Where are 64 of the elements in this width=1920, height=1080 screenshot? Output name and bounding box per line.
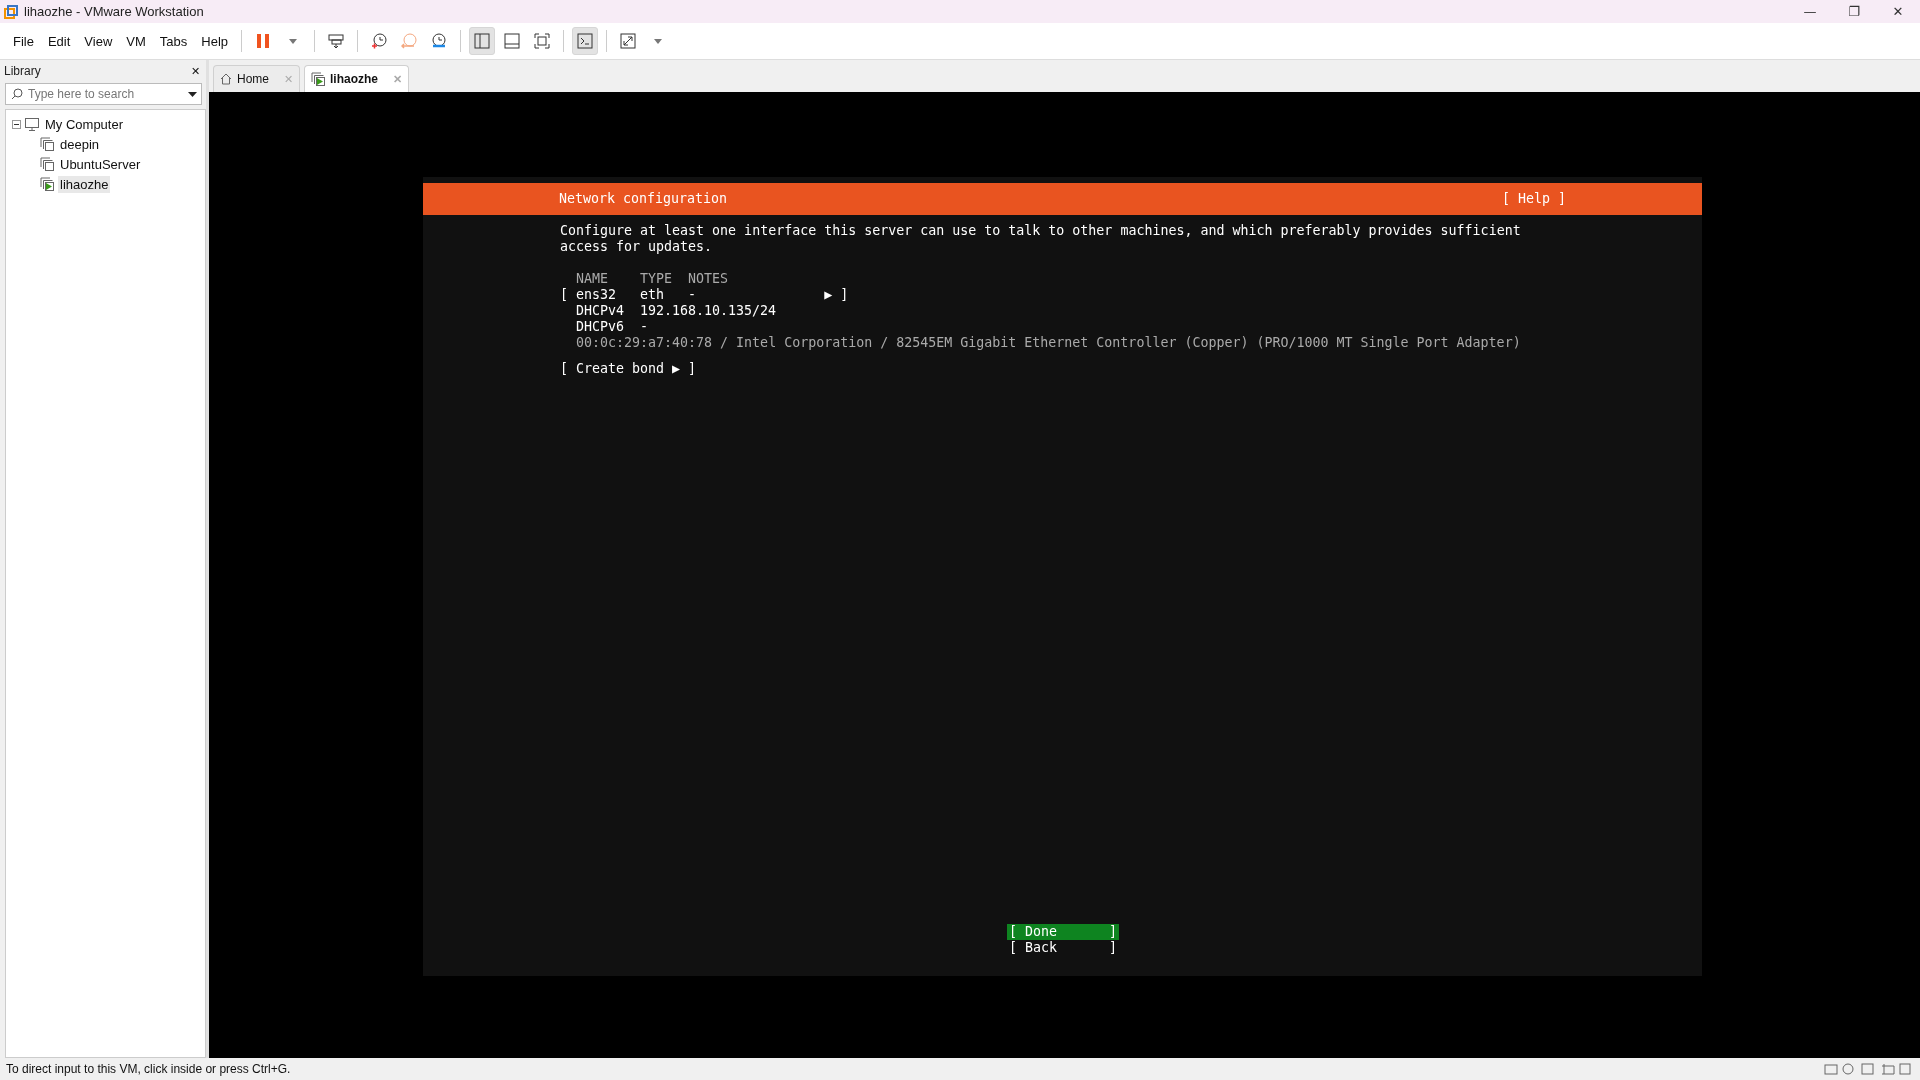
- menu-button[interactable]: [ Back ]: [1007, 940, 1119, 956]
- create-bond-button[interactable]: [ Create bond ▶ ]: [560, 361, 697, 377]
- clock-icon: [401, 33, 418, 49]
- window-control[interactable]: —: [1788, 0, 1832, 23]
- dropdown-icon[interactable]: [188, 92, 197, 97]
- keyboard-icon: [328, 33, 345, 49]
- interface-name[interactable]: ens32: [576, 287, 641, 303]
- clock-icon: [371, 33, 388, 49]
- close-button[interactable]: ✕: [189, 64, 202, 78]
- sidebar-icon: [474, 33, 491, 49]
- vm-running-icon: [40, 177, 54, 191]
- help-button[interactable]: [ Help ]: [1501, 191, 1566, 207]
- screen-title: Network configuration: [559, 191, 728, 207]
- home-icon: [220, 73, 232, 85]
- interface-type: eth: [640, 287, 666, 303]
- console-icon: [577, 33, 594, 49]
- vm-icon: [40, 157, 54, 171]
- collapse-icon[interactable]: [12, 119, 21, 129]
- toolbar-button[interactable]: [572, 27, 599, 55]
- address-value: -: [640, 319, 650, 335]
- panel-icon: [504, 33, 521, 49]
- window-title: lihaozhe - VMware Workstation: [24, 4, 205, 19]
- toolbar-button[interactable]: [469, 27, 496, 55]
- clock-icon: [431, 33, 448, 49]
- interface-notes: -: [688, 287, 698, 303]
- menu-item[interactable]: Help: [194, 31, 236, 51]
- panel-title: Library: [4, 64, 41, 78]
- search-icon: [11, 88, 23, 100]
- app-logo-icon: [4, 4, 18, 19]
- interface-menu-button[interactable]: ▶ ]: [824, 287, 857, 303]
- menu-item[interactable]: File: [6, 31, 41, 51]
- window-control[interactable]: ✕: [1876, 0, 1920, 23]
- tree-item[interactable]: My Computer: [43, 115, 126, 133]
- fullscreen-icon: [534, 33, 551, 49]
- tree-item[interactable]: deepin: [58, 135, 102, 153]
- window-control[interactable]: ❐: [1832, 0, 1876, 23]
- resize-icon: [620, 33, 637, 49]
- tree-item[interactable]: UbuntuServer: [58, 155, 143, 173]
- column-header: NOTES: [688, 271, 730, 287]
- tab[interactable]: Home ✕: [213, 65, 300, 92]
- menu-button[interactable]: [ Done ]: [1007, 924, 1119, 940]
- description-text: Configure at least one interface this server can use to talk to other machines, and which preferably provides sufficient access for updates.: [560, 223, 1522, 255]
- bracket: [: [560, 287, 569, 303]
- column-header: NAME: [576, 271, 610, 287]
- caret-icon: [289, 38, 298, 44]
- tab[interactable]: lihaozhe ✕: [304, 65, 410, 92]
- menu-item[interactable]: Edit: [40, 31, 78, 51]
- interface-details: 00:0c:29:a7:40:78 / Intel Corporation / 82545EM Gigabit Ethernet Controller (Copper) (PRO/1000 MT Single Port Adapter): [576, 335, 1521, 351]
- address-label: DHCPv6: [576, 319, 626, 335]
- pause-icon: [257, 33, 270, 49]
- caret-icon: [654, 38, 663, 44]
- tree-item[interactable]: lihaozhe: [58, 175, 111, 193]
- column-header: TYPE: [640, 271, 674, 287]
- vm-icon: [40, 137, 54, 151]
- menu-item[interactable]: View: [77, 31, 120, 51]
- menu-item[interactable]: Tabs: [152, 31, 195, 51]
- search-field[interactable]: Type here to search: [5, 83, 202, 105]
- address-label: DHCPv4: [576, 303, 626, 319]
- status-text: To direct input to this VM, click inside or press Ctrl+G.: [6, 1062, 291, 1076]
- vm-running-icon: [311, 72, 325, 86]
- menu-item[interactable]: VM: [119, 31, 153, 51]
- computer-icon: [25, 117, 39, 131]
- address-value: 192.168.10.135/24: [640, 303, 778, 319]
- device-icons-drawing[interactable]: [1824, 1062, 1914, 1076]
